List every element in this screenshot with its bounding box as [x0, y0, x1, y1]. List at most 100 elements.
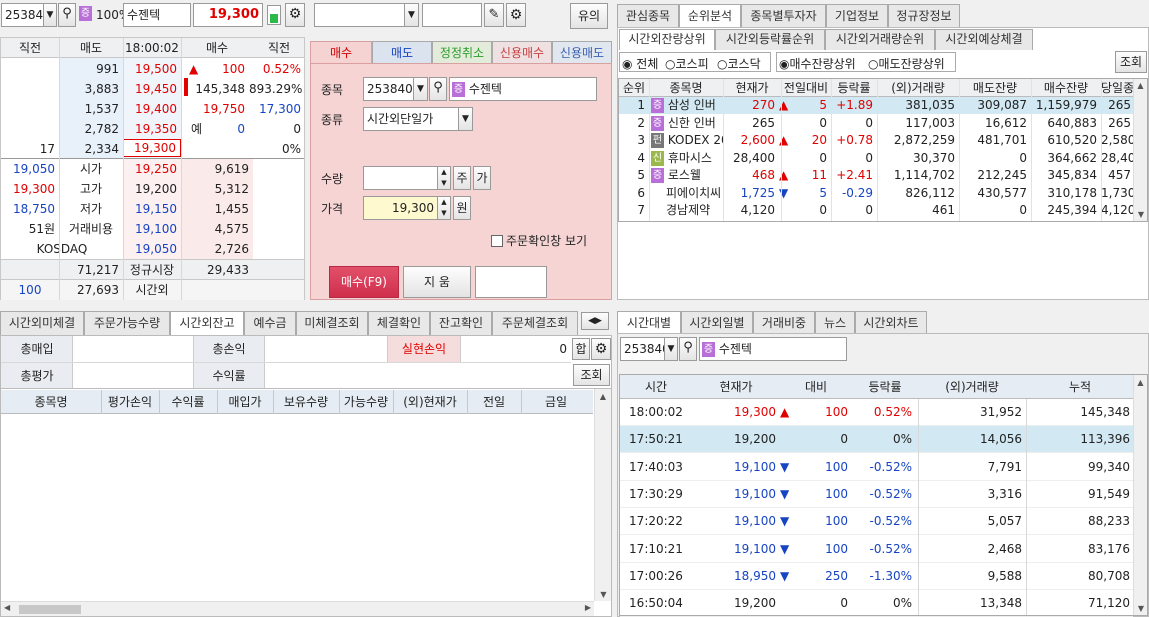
search-icon[interactable]: ⚲ [58, 3, 76, 27]
tab-unfilled-query[interactable]: 미체결조회 [296, 311, 368, 335]
time-scrollbar[interactable]: ▲ ▼ [1133, 375, 1147, 615]
unit-share-button[interactable]: 주 [453, 166, 471, 190]
tab-regular-info[interactable]: 정규장정보 [888, 4, 960, 28]
table-row[interactable]: 18:00:02 19,300 ▲ 100 0.52% 31,952 145,348 [620, 399, 1133, 426]
price-spinner[interactable]: ▲ ▼ [437, 196, 451, 220]
table-row[interactable]: 17:00:26 18,950 ▼ 250 -1.30% 9,588 80,708 [620, 563, 1133, 590]
table-row[interactable]: 4신 휴마시스28,4000030,3700364,66228,400 [619, 150, 1135, 167]
time-column-header[interactable]: (외)거래량 [918, 377, 1026, 397]
subtab-after-remain[interactable]: 시간외잔량상위 [619, 29, 715, 50]
code-dropdown-button[interactable]: ▼ [43, 3, 57, 27]
ask-price-current[interactable]: 19,300 [123, 139, 181, 157]
search-icon[interactable]: ⚲ [429, 77, 447, 101]
time-column-header[interactable]: 대비 [780, 377, 852, 397]
radio-kospi[interactable]: ○코스피 [665, 55, 709, 72]
table-row[interactable]: 16:50:04 19,200 0 0% 13,348 71,120 [620, 590, 1133, 617]
subtab-after-expect[interactable]: 시간외예상체결 [935, 29, 1033, 50]
settings-gear-icon[interactable]: ⚙ [591, 338, 611, 360]
tab-after-unfilled[interactable]: 시간외미체결 [0, 311, 84, 335]
settings-gear-icon[interactable]: ⚙ [285, 3, 305, 27]
table-row[interactable]: 17:10:21 19,100 ▼ 100 -0.52% 2,468 83,176 [620, 536, 1133, 563]
edit-icon[interactable]: ✎ [484, 3, 504, 27]
password-input[interactable] [422, 3, 482, 27]
order-kind-select[interactable]: 시간외단일가 [363, 107, 473, 131]
tab-sell[interactable]: 매도 [372, 41, 432, 65]
tab-trade-weight[interactable]: 거래비중 [753, 311, 815, 335]
unit-available-button[interactable]: 가 [473, 166, 491, 190]
search-icon[interactable]: ⚲ [679, 337, 697, 361]
ask-price[interactable]: 19,400 [123, 99, 181, 119]
ask-price[interactable]: 19,350 [123, 119, 181, 139]
balance-column-header[interactable]: 평가손익 [101, 392, 159, 412]
bid-price[interactable]: 19,050 [123, 239, 181, 259]
subtab-after-rate[interactable]: 시간외등락률순위 [715, 29, 825, 50]
qty-spinner[interactable]: ▲ ▼ [437, 166, 451, 190]
tab-buy[interactable]: 매수 [310, 41, 372, 65]
balance-column-header[interactable]: (외)현재가 [393, 392, 467, 412]
subtab-after-volume[interactable]: 시간외거래량순위 [825, 29, 935, 50]
balance-hscroll[interactable]: ◀ ▶ [1, 601, 594, 616]
ask-price[interactable]: 19,500 [123, 59, 181, 79]
tab-balance-confirm[interactable]: 잔고확인 [430, 311, 492, 335]
tab-watchlist[interactable]: 관심종목 [617, 4, 679, 28]
ranking-query-button[interactable]: 조회 [1115, 51, 1147, 73]
table-row[interactable]: 17:20:22 19,100 ▼ 100 -0.52% 5,057 88,233 [620, 508, 1133, 536]
balance-column-header[interactable]: 보유수량 [273, 392, 339, 412]
bid-price[interactable]: 19,250 [123, 159, 181, 179]
bid-price[interactable]: 19,200 [123, 179, 181, 199]
tab-orderable-qty[interactable]: 주문가능수량 [84, 311, 170, 335]
tab-modify-cancel[interactable]: 정정취소 [432, 41, 492, 65]
tab-after-balance[interactable]: 시간외잔고 [170, 311, 244, 335]
radio-kosdaq[interactable]: ○코스닥 [717, 55, 761, 72]
notice-button[interactable]: 유의 [570, 3, 608, 29]
radio-ask-remain[interactable]: ○매도잔량상위 [868, 55, 945, 72]
time-code-dropdown[interactable]: ▼ [664, 337, 678, 361]
table-row[interactable]: 6 피에이치씨 1,725 ▼ 5 -0.29 826,112 430,577 310,178 1… [619, 185, 1135, 202]
order-kind-dropdown[interactable]: ▼ [458, 107, 473, 131]
tab-by-time[interactable]: 시간대별 [617, 311, 681, 335]
account-dropdown-button[interactable]: ▼ [404, 3, 419, 27]
time-column-header[interactable]: 시간 [620, 377, 692, 397]
balance-query-button[interactable]: 조회 [573, 364, 610, 386]
settings-gear-icon[interactable]: ⚙ [506, 3, 526, 27]
tab-order-fill-query[interactable]: 주문체결조회 [492, 311, 578, 335]
bid-price[interactable]: 19,100 [123, 219, 181, 239]
buy-submit-button[interactable]: 매수(F9) [329, 266, 399, 298]
balance-column-header[interactable]: 종목명 [1, 392, 101, 412]
balance-column-header[interactable]: 전일 [467, 392, 521, 412]
balance-column-header[interactable]: 수익률 [159, 392, 217, 412]
table-row[interactable]: 2증 신한 인버 265 0 0 117,003 16,612 640,883 265 [619, 115, 1133, 132]
tab-fill-confirm[interactable]: 체결확인 [368, 311, 430, 335]
balance-column-header[interactable]: 금일 [521, 392, 591, 412]
balance-column-header[interactable]: 매입가 [217, 392, 273, 412]
time-column-header[interactable]: 현재가 [692, 377, 780, 397]
tab-after-daily[interactable]: 시간외일별 [681, 311, 753, 335]
balance-vscroll[interactable]: ▲ ▼ [594, 389, 611, 601]
tab-credit-sell[interactable]: 신용매도 [552, 41, 612, 65]
table-row[interactable]: 1증 삼성 인버 270 ▲ 5 +1.89 381,035 309,087 1,159,97… [619, 97, 1133, 114]
table-row[interactable]: 17:30:29 19,100 ▼ 100 -0.52% 3,316 91,549 [620, 481, 1133, 508]
clear-button[interactable]: 지 움 [403, 266, 471, 298]
stock-name-cell[interactable]: 경남제약 [651, 200, 723, 220]
table-row[interactable]: 5증 로스웰 468 ▲ 11 +2.41 1,114,702 212,245 345,834… [619, 167, 1133, 184]
tab-ranking[interactable]: 순위분석 [679, 4, 741, 28]
table-row[interactable]: 7 경남제약 4,120 0 0 461 0 245,394 4,120 [619, 200, 1135, 220]
table-row[interactable]: 17:40:03 19,100 ▼ 100 -0.52% 7,791 99,340 [620, 454, 1133, 481]
table-row[interactable]: 3펀 KODEX 2002,600▲20+0.782,872,259481,70… [619, 132, 1135, 149]
balance-column-header[interactable]: 가능수량 [339, 392, 393, 412]
order-code-dropdown[interactable]: ▼ [413, 77, 428, 101]
tab-after-chart[interactable]: 시간외차트 [855, 311, 927, 335]
tab-scroll-arrows[interactable]: ◀▶ [581, 312, 609, 330]
unit-won-button[interactable]: 원 [453, 196, 471, 220]
tab-company[interactable]: 기업정보 [826, 4, 888, 28]
time-column-header[interactable]: 누적 [1026, 377, 1134, 397]
radio-bid-remain[interactable]: ◉매수잔량상위 [779, 55, 856, 72]
ranking-scrollbar[interactable]: ▲ ▼ [1133, 79, 1147, 221]
tab-credit-buy[interactable]: 신용매수 [492, 41, 552, 65]
tab-news[interactable]: 뉴스 [815, 311, 855, 335]
bid-price[interactable]: 19,150 [123, 199, 181, 219]
tab-investors[interactable]: 종목별투자자 [741, 4, 826, 28]
time-column-header[interactable]: 등락률 [852, 377, 918, 397]
tab-deposit[interactable]: 예수금 [244, 311, 296, 335]
ask-price[interactable]: 19,450 [123, 79, 181, 99]
